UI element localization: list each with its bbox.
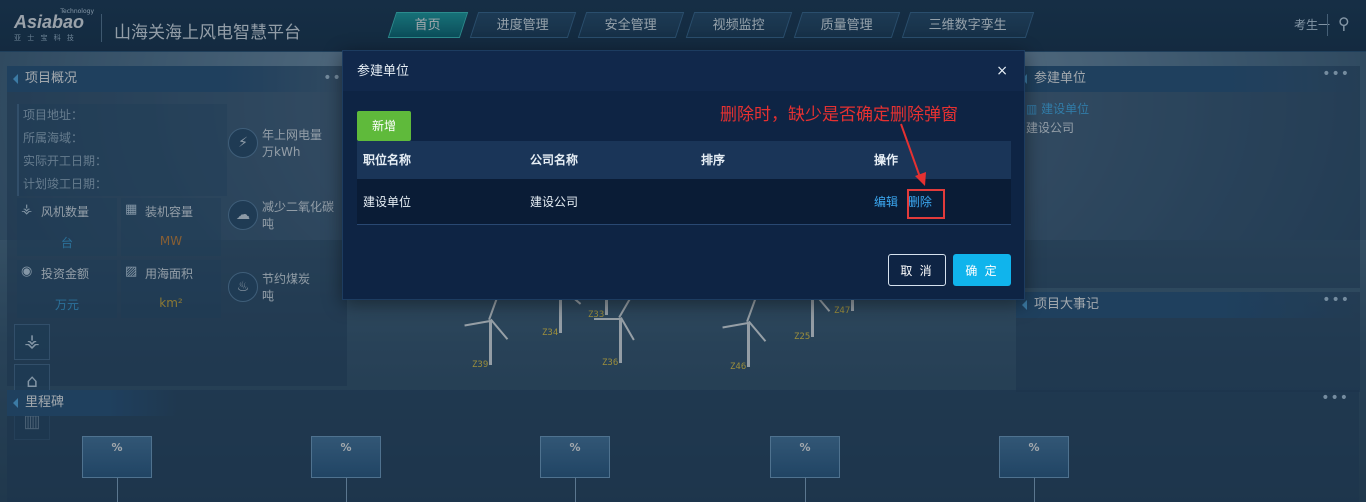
confirm-button[interactable]: 确 定 — [953, 254, 1011, 286]
col-order: 排序 — [701, 153, 726, 167]
add-button[interactable]: 新增 — [357, 111, 411, 141]
modal-title: 参建单位 — [343, 51, 1024, 91]
cancel-button[interactable]: 取 消 — [888, 254, 946, 286]
highlight-box — [907, 189, 945, 219]
edit-link[interactable]: 编辑 — [874, 195, 898, 209]
annotation-arrow-icon — [900, 123, 926, 186]
col-company: 公司名称 — [530, 153, 579, 167]
col-position: 职位名称 — [363, 153, 412, 167]
cell-order — [701, 179, 874, 224]
cell-position: 建设单位 — [363, 195, 412, 209]
cell-company: 建设公司 — [530, 195, 579, 209]
close-icon[interactable]: × — [996, 63, 1008, 79]
